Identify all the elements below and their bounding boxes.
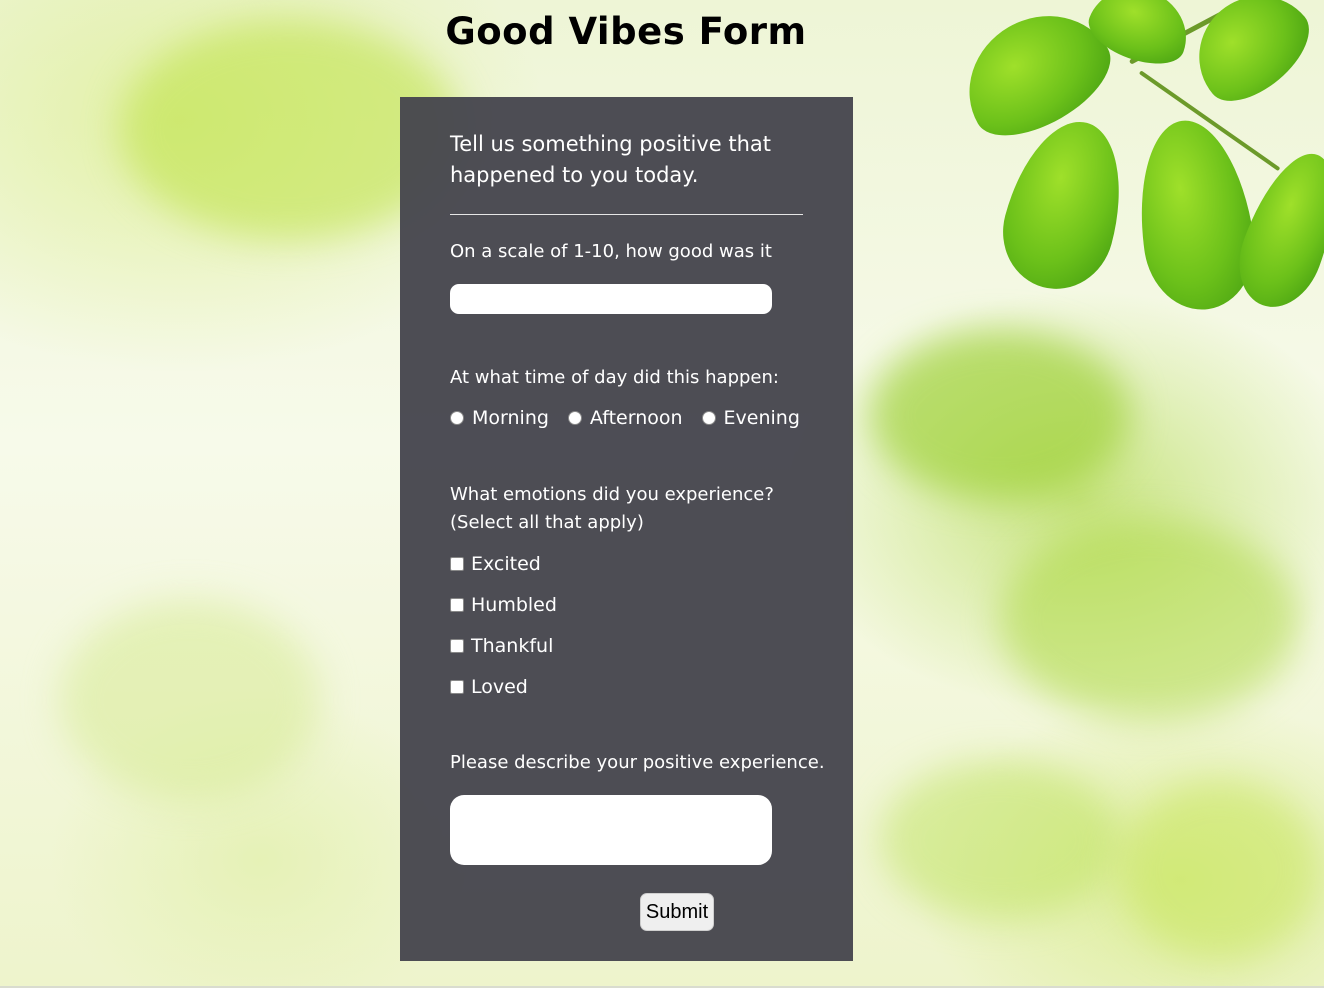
description-textarea[interactable] (450, 795, 772, 865)
checkbox-label-loved: Loved (471, 676, 528, 698)
checkbox-label-thankful: Thankful (471, 635, 554, 657)
checkbox-icon[interactable] (450, 598, 464, 612)
radio-label-afternoon: Afternoon (589, 407, 683, 429)
rating-input[interactable] (450, 284, 772, 314)
radio-circle-icon[interactable] (701, 411, 716, 425)
radio-option-morning[interactable]: Morning (450, 407, 549, 429)
radio-option-evening[interactable]: Evening (701, 407, 800, 429)
checkbox-option-humbled[interactable]: Humbled (450, 592, 557, 618)
good-vibes-form: Tell us something positive that happened… (400, 97, 853, 961)
form-intro-text: Tell us something positive that happened… (450, 132, 771, 187)
radio-circle-icon[interactable] (567, 411, 582, 425)
radio-circle-icon[interactable] (450, 411, 464, 425)
time-of-day-options: Morning Afternoon Evening (450, 404, 819, 432)
radio-label-morning: Morning (472, 407, 549, 429)
checkbox-icon[interactable] (450, 639, 464, 653)
checkbox-option-loved[interactable]: Loved (450, 674, 528, 700)
description-label: Please describe your positive experience… (450, 752, 825, 773)
checkbox-label-humbled: Humbled (471, 594, 557, 616)
emotions-label-line1: What emotions did you experience? (450, 484, 774, 505)
time-of-day-label: At what time of day did this happen: (450, 367, 779, 388)
checkbox-option-excited[interactable]: Excited (450, 551, 541, 577)
checkbox-icon[interactable] (450, 557, 464, 571)
checkbox-icon[interactable] (450, 680, 464, 694)
rating-label: On a scale of 1-10, how good was it (450, 241, 772, 262)
checkbox-label-excited: Excited (471, 553, 541, 575)
emotions-label-line2: (Select all that apply) (450, 512, 644, 533)
checkbox-option-thankful[interactable]: Thankful (450, 633, 553, 659)
radio-option-afternoon[interactable]: Afternoon (567, 407, 683, 429)
form-divider (450, 214, 803, 215)
radio-label-evening: Evening (723, 407, 800, 429)
page-title: Good Vibes Form (445, 10, 807, 53)
submit-button[interactable]: Submit (640, 893, 714, 931)
